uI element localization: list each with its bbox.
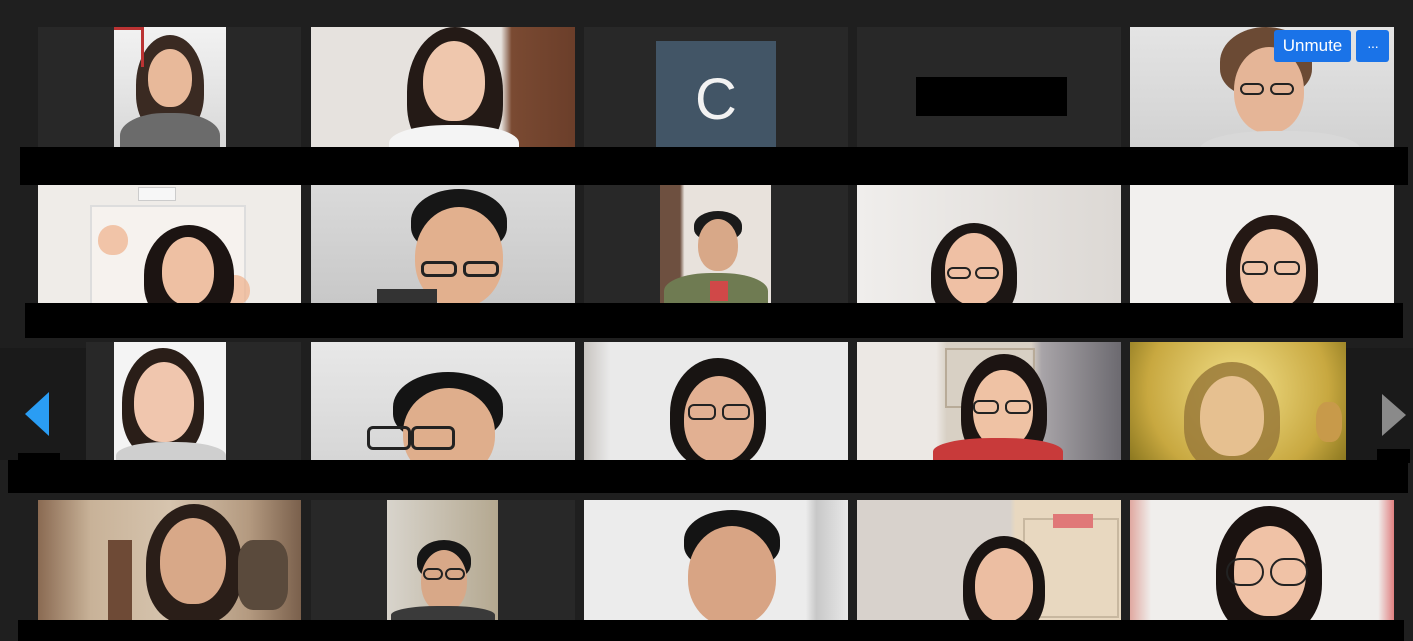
participant-tile[interactable] [311,500,575,620]
redaction-bar [916,77,1067,116]
unmute-button[interactable]: Unmute [1274,30,1351,62]
participant-tile[interactable] [1130,185,1394,303]
participant-tile[interactable] [584,185,848,303]
participant-tile[interactable] [1130,500,1394,620]
participant-tile[interactable] [584,342,848,460]
redaction-bar [8,460,1408,493]
participant-video [857,500,1121,620]
participant-tile[interactable] [38,185,301,303]
participant-tile[interactable] [584,500,848,620]
triangle-right-icon[interactable] [1382,394,1406,436]
participant-tile[interactable]: C [584,27,848,147]
participant-video [1130,27,1394,147]
participant-tile[interactable] [311,27,575,147]
participant-tile[interactable] [86,342,301,460]
participant-video [114,342,226,460]
next-page-panel[interactable] [1346,348,1413,460]
participant-video [311,342,575,460]
redaction-bar [25,303,1403,338]
participant-video [584,500,848,620]
redaction-bar [18,453,60,463]
participant-video [857,185,1121,303]
redaction-bar [18,620,1404,641]
participant-tile[interactable] [857,342,1121,460]
redaction-bar [1377,449,1410,463]
participant-tile[interactable] [857,27,1121,147]
participant-video [311,27,575,147]
more-options-button[interactable]: ··· [1356,30,1389,62]
participant-video [311,185,575,303]
participant-video [857,342,1121,460]
participant-video [660,185,771,303]
participant-tile[interactable] [311,185,575,303]
triangle-left-icon[interactable] [25,392,49,436]
participant-video [114,27,226,147]
redaction-bar [20,147,1408,185]
participant-tile[interactable] [38,27,301,147]
participant-tile[interactable] [857,185,1121,303]
participant-video [38,500,301,620]
participant-video [1130,500,1394,620]
participant-video [1130,185,1394,303]
participant-tile[interactable] [857,500,1121,620]
participant-tile[interactable] [1130,342,1346,460]
participant-video [38,185,301,303]
participant-avatar: C [656,41,776,147]
participant-video [584,342,848,460]
prev-page-panel[interactable] [0,348,86,460]
participant-tile[interactable] [311,342,575,460]
participant-video [387,500,498,620]
participant-tile[interactable] [1130,27,1394,147]
participant-tile[interactable] [38,500,301,620]
participant-video [1130,342,1346,460]
